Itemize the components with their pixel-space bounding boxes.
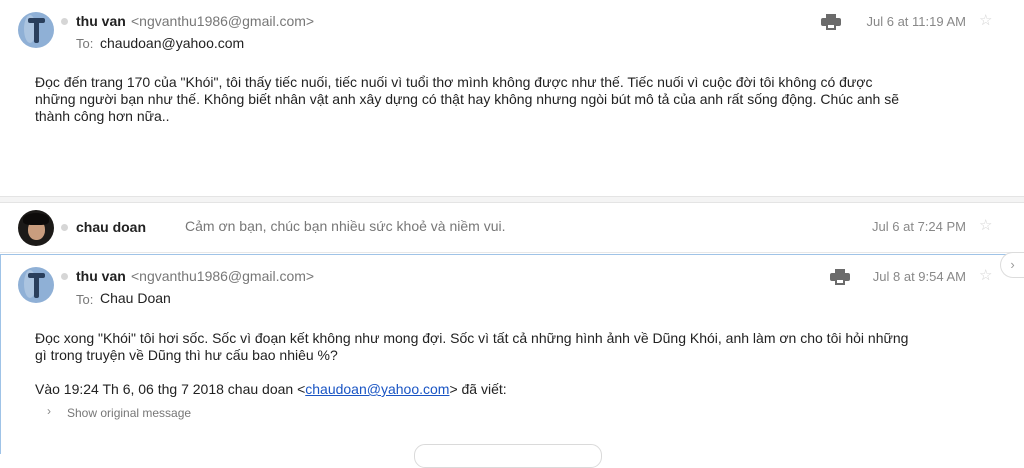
status-dot <box>61 224 68 231</box>
message-snippet: Cảm ơn bạn, chúc bạn nhiều sức khoẻ và n… <box>185 218 506 234</box>
status-dot <box>61 18 68 25</box>
sender-avatar <box>18 267 54 303</box>
body-line: Đọc xong "Khói" tôi hơi sốc. Sốc vì đoạn… <box>35 330 909 346</box>
star-icon[interactable]: ☆ <box>979 266 992 284</box>
star-icon[interactable]: ☆ <box>979 11 992 29</box>
sender-avatar <box>18 12 54 48</box>
message-date: Jul 6 at 11:19 AM <box>866 14 967 29</box>
reply-box[interactable] <box>414 444 602 468</box>
quote-header: Vào 19:24 Th 6, 06 thg 7 2018 chau doan … <box>35 381 507 397</box>
body-line: những người bạn như thế. Không biết nhân… <box>35 91 899 107</box>
printer-icon[interactable] <box>821 14 841 30</box>
status-dot <box>61 273 68 280</box>
chevron-right-icon[interactable]: › <box>1000 252 1024 278</box>
show-original-link[interactable]: Show original message <box>67 406 191 420</box>
quoted-email-link[interactable]: chaudoan@yahoo.com <box>305 381 449 397</box>
quote-prefix: Vào 19:24 Th 6, 06 thg 7 2018 chau doan … <box>35 381 306 397</box>
star-icon[interactable]: ☆ <box>979 216 992 234</box>
recipient: chaudoan@yahoo.com <box>100 35 245 51</box>
sender-name[interactable]: thu van <box>76 13 126 29</box>
message-body: Đọc đến trang 170 của "Khói", tôi thấy t… <box>35 74 995 125</box>
sender-name[interactable]: chau doan <box>76 219 146 235</box>
recipient: Chau Doan <box>100 290 171 306</box>
to-label: To: <box>76 36 94 51</box>
body-line: thành công hơn nữa.. <box>35 108 170 124</box>
sender-email: <ngvanthu1986@gmail.com> <box>131 13 315 29</box>
sender-avatar <box>18 210 54 246</box>
to-label: To: <box>76 292 94 307</box>
message-1[interactable]: thu van <ngvanthu1986@gmail.com> To: cha… <box>0 0 1024 196</box>
body-line: Đọc đến trang 170 của "Khói", tôi thấy t… <box>35 74 873 90</box>
body-line: gì trong truyện về Dũng thì hư cấu bao n… <box>35 347 338 363</box>
message-2-collapsed[interactable]: chau doan Cảm ơn bạn, chúc bạn nhiều sức… <box>0 202 1024 253</box>
sender-name[interactable]: thu van <box>76 268 126 284</box>
message-3[interactable]: thu van <ngvanthu1986@gmail.com> To: Cha… <box>0 254 1024 454</box>
quote-suffix: > đã viết: <box>449 381 507 397</box>
message-date: Jul 8 at 9:54 AM <box>872 269 966 284</box>
chevron-right-icon[interactable]: › <box>47 404 51 418</box>
message-body: Đọc xong "Khói" tôi hơi sốc. Sốc vì đoạn… <box>35 330 995 364</box>
message-date: Jul 6 at 7:24 PM <box>872 219 966 234</box>
sender-email: <ngvanthu1986@gmail.com> <box>131 268 315 284</box>
